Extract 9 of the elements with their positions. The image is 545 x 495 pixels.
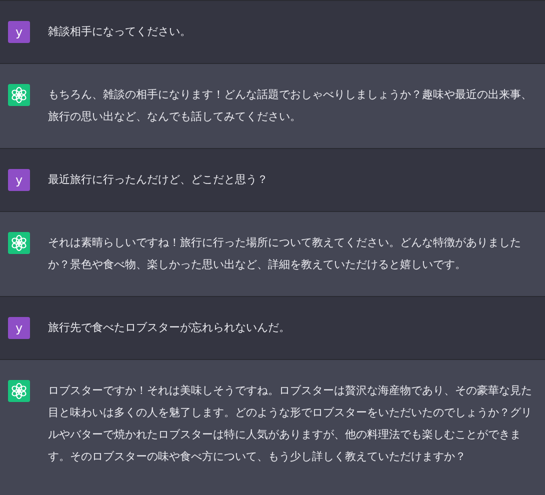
message-text: 雑談相手になってください。 — [48, 24, 192, 40]
message-text: ロブスターですか！それは美味しそうですね。ロブスターは贅沢な海産物であり、その豪華な見た目と味わいは多くの人を魅了します。どのような形でロブスターをいただいたのでしょうか？グリルやバターで焼かれたロブスターは特に人気がありますが、他の料理法でも楽しむことができます。そのロブスターの味や食べ方について、もう少し詳しく教えていただけますか？ — [48, 383, 533, 465]
message-text: 最近旅行に行ったんだけど、どこだと思う？ — [48, 172, 269, 188]
user-avatar: y — [8, 169, 30, 191]
message-text: もちろん、雑談の相手になります！どんな話題でおしゃべりしましょうか？趣味や最近の出来事、旅行の思い出など、なんでも話してみてください。 — [48, 87, 533, 125]
user-avatar: y — [8, 317, 30, 339]
message-text: それは素晴らしいですね！旅行に行った場所について教えてください。どんな特徴がありましたか？景色や食べ物、楽しかった思い出など、詳細を教えていただけると嬉しいです。 — [48, 235, 522, 273]
user-avatar: y — [8, 21, 30, 43]
message-text: 旅行先で食べたロブスターが忘れられないんだ。 — [48, 320, 291, 336]
